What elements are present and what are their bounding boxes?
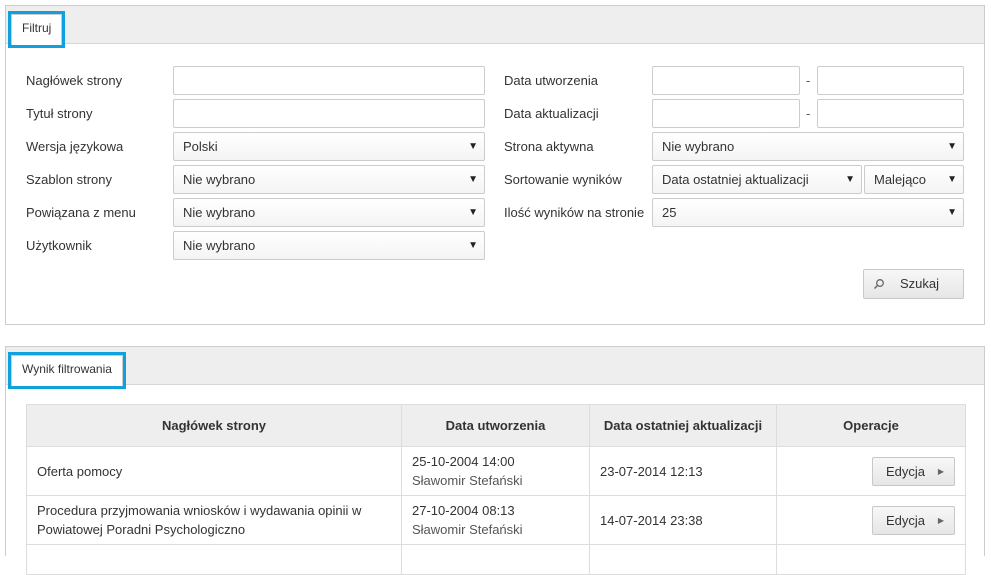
menu-select-value: Nie wybrano (183, 205, 256, 220)
row-created-date: 25-10-2004 14:00 (412, 454, 515, 469)
chevron-right-icon: ▶ (937, 515, 944, 525)
per-page-label: Ilość wyników na stronie (504, 205, 645, 220)
sort-label: Sortowanie wyników (504, 172, 622, 187)
results-panel-header: Wynik filtrowania (6, 347, 984, 389)
chevron-down-icon: ▼ (468, 240, 478, 251)
date-created-separator: - (806, 73, 811, 88)
results-table: Nagłówek strony Data utworzenia Data ost… (26, 404, 966, 575)
row-created: 27-10-2004 08:13 Sławomir Stefański (401, 495, 590, 545)
table-row (26, 544, 966, 575)
date-created-label: Data utworzenia (504, 73, 598, 88)
chevron-right-icon: ▶ (937, 466, 944, 476)
user-label: Użytkownik (26, 238, 92, 253)
sort-field-select[interactable]: Data ostatniej aktualizacji ▼ (652, 165, 862, 194)
table-header-row: Nagłówek strony Data utworzenia Data ost… (26, 404, 966, 447)
page-header-label: Nagłówek strony (26, 73, 123, 88)
row-updated: 14-07-2014 23:38 (589, 495, 777, 545)
date-created-from-input[interactable] (652, 66, 800, 95)
chevron-down-icon: ▼ (468, 207, 478, 218)
column-header-created[interactable]: Data utworzenia (401, 404, 590, 447)
sort-order-select[interactable]: Malejąco ▼ (864, 165, 964, 194)
active-label: Strona aktywna (504, 139, 594, 154)
template-select-value: Nie wybrano (183, 172, 256, 187)
search-button-label: Szukaj (900, 276, 940, 291)
column-header-operations: Operacje (776, 404, 966, 447)
row-operations: Edycja ▶ (776, 495, 966, 545)
row-created-by: Sławomir Stefański (412, 473, 523, 488)
menu-label: Powiązana z menu (26, 205, 136, 220)
row-created-date: 27-10-2004 08:13 (412, 503, 515, 518)
row-operations: Edycja ▶ (776, 446, 966, 496)
row-updated: 23-07-2014 12:13 (589, 446, 777, 496)
date-updated-label: Data aktualizacji (504, 106, 599, 121)
row-title: Procedura przyjmowania wniosków i wydawa… (26, 495, 402, 545)
search-icon (873, 270, 885, 298)
chevron-down-icon: ▼ (947, 141, 957, 152)
chevron-down-icon: ▼ (947, 174, 957, 185)
results-tab[interactable]: Wynik filtrowania (8, 352, 126, 389)
filter-panel: Filtruj Nagłówek strony Tytuł strony Wer… (5, 5, 985, 325)
page-title-label: Tytuł strony (26, 106, 93, 121)
chevron-down-icon: ▼ (947, 207, 957, 218)
search-button[interactable]: Szukaj (863, 269, 964, 299)
date-created-to-input[interactable] (817, 66, 964, 95)
row-created: 25-10-2004 14:00 Sławomir Stefański (401, 446, 590, 496)
template-label: Szablon strony (26, 172, 112, 187)
active-select[interactable]: Nie wybrano ▼ (652, 132, 964, 161)
chevron-down-icon: ▼ (468, 174, 478, 185)
row-title: Oferta pomocy (26, 446, 402, 496)
results-panel: Wynik filtrowania Nagłówek strony Data u… (5, 346, 985, 575)
active-select-value: Nie wybrano (662, 139, 735, 154)
date-updated-separator: - (806, 106, 811, 121)
language-select[interactable]: Polski ▼ (173, 132, 485, 161)
filter-tab[interactable]: Filtruj (7, 11, 66, 48)
edit-button-label: Edycja (886, 463, 926, 479)
language-label: Wersja językowa (26, 139, 124, 154)
column-header-page-header[interactable]: Nagłówek strony (26, 404, 402, 447)
date-updated-to-input[interactable] (817, 99, 964, 128)
row-created-by: Sławomir Stefański (412, 522, 523, 537)
chevron-down-icon: ▼ (845, 174, 855, 185)
language-select-value: Polski (183, 139, 218, 154)
date-updated-from-input[interactable] (652, 99, 800, 128)
per-page-select-value: 25 (662, 205, 677, 220)
menu-select[interactable]: Nie wybrano ▼ (173, 198, 485, 227)
filter-panel-header: Filtruj (6, 6, 984, 48)
user-select[interactable]: Nie wybrano ▼ (173, 231, 485, 260)
edit-button[interactable]: Edycja ▶ (872, 505, 955, 535)
sort-order-select-value: Malejąco (874, 172, 927, 187)
edit-button[interactable]: Edycja ▶ (872, 456, 955, 486)
user-select-value: Nie wybrano (183, 238, 256, 253)
chevron-down-icon: ▼ (468, 141, 478, 152)
table-row: Procedura przyjmowania wniosków i wydawa… (26, 495, 966, 545)
page-title-input[interactable] (173, 99, 485, 128)
edit-button-label: Edycja (886, 512, 926, 528)
table-row: Oferta pomocy 25-10-2004 14:00 Sławomir … (26, 446, 966, 496)
template-select[interactable]: Nie wybrano ▼ (173, 165, 485, 194)
page-header-input[interactable] (173, 66, 485, 95)
sort-field-select-value: Data ostatniej aktualizacji (662, 172, 809, 187)
per-page-select[interactable]: 25 ▼ (652, 198, 964, 227)
column-header-updated[interactable]: Data ostatniej aktualizacji (589, 404, 777, 447)
